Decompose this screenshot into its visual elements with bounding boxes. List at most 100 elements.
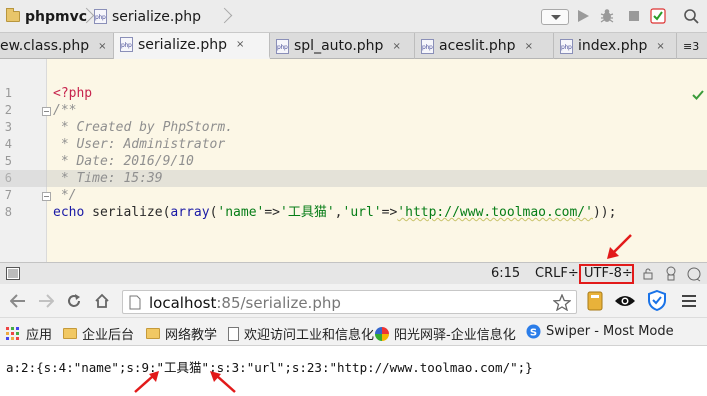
line-number: 5 bbox=[4, 154, 12, 168]
event-log-icon[interactable] bbox=[686, 266, 702, 282]
bookmark-star-icon[interactable] bbox=[553, 294, 571, 311]
code-line-5: * Date: 2016/9/10 bbox=[53, 154, 194, 169]
inspector-hector-icon[interactable] bbox=[664, 266, 678, 282]
serialized-output-text: a:2:{s:4:"name";s:9:"工具猫";s:3:"url";s:23… bbox=[6, 360, 533, 375]
code-line-1: <?php bbox=[53, 86, 93, 101]
run-configuration-dropdown[interactable] bbox=[541, 9, 569, 25]
breadcrumb-project[interactable]: phpmvc bbox=[6, 7, 87, 26]
php-file-icon bbox=[421, 38, 434, 54]
php-file-icon bbox=[276, 38, 289, 54]
function-name: serialize bbox=[84, 205, 163, 220]
line-number: 7 bbox=[4, 188, 12, 202]
line-number: 1 bbox=[4, 86, 12, 100]
ide-status-bar: 6:15 CRLF÷ UTF-8÷ bbox=[0, 262, 707, 284]
search-icon[interactable] bbox=[683, 8, 699, 24]
code-line-7: */ bbox=[53, 188, 77, 203]
caret-position[interactable]: 6:15 bbox=[491, 266, 520, 281]
code-line-8: echo serialize(array('name'=>'工具猫','url'… bbox=[53, 204, 616, 221]
folder-icon bbox=[146, 328, 160, 339]
lock-icon[interactable] bbox=[642, 268, 654, 280]
php-file-icon bbox=[560, 38, 573, 54]
swiper-s-icon: S bbox=[526, 324, 541, 339]
operator: => bbox=[264, 205, 281, 220]
pinwheel-icon bbox=[375, 326, 389, 341]
annotation-arrow-value bbox=[210, 371, 236, 393]
tab-index[interactable]: index.php × bbox=[554, 33, 677, 59]
code-line-2: /** bbox=[53, 103, 77, 118]
run-icon[interactable] bbox=[575, 8, 591, 24]
code-line-6: * Time: 15:39 bbox=[53, 171, 163, 186]
apps-grid-icon bbox=[6, 326, 19, 340]
url-host: localhost bbox=[149, 294, 217, 312]
bookmark-miit[interactable]: 欢迎访问工业和信息化 bbox=[228, 324, 374, 343]
tab-aceslit[interactable]: aceslit.php × bbox=[415, 33, 554, 59]
close-icon[interactable]: × bbox=[525, 41, 533, 52]
menu-hamburger-icon[interactable] bbox=[681, 293, 697, 309]
ide-navigation-bar: phpmvc serialize.php bbox=[0, 0, 707, 33]
bookmark-apps[interactable]: 应用 bbox=[6, 324, 52, 343]
close-icon[interactable]: × bbox=[98, 41, 106, 52]
svg-text:S: S bbox=[530, 327, 537, 338]
breadcrumb-file[interactable]: serialize.php bbox=[94, 7, 201, 26]
code-line-3: * Created by PhpStorm. bbox=[53, 120, 234, 135]
bookmark-folder-teaching[interactable]: 网络教学 bbox=[146, 324, 217, 343]
breadcrumb-separator bbox=[84, 4, 94, 29]
folder-icon bbox=[63, 328, 77, 339]
line-separator-selector[interactable]: CRLF÷ bbox=[535, 266, 579, 281]
stop-icon[interactable] bbox=[626, 8, 642, 24]
string-literal: 'url' bbox=[342, 205, 382, 220]
keyword-array: array bbox=[170, 205, 210, 220]
close-icon[interactable]: × bbox=[656, 41, 664, 52]
code-line-4: * User: Administrator bbox=[53, 137, 226, 152]
url-path: :85/serialize.php bbox=[216, 294, 341, 312]
forward-arrow-icon[interactable] bbox=[38, 294, 54, 308]
eye-extension-icon[interactable] bbox=[614, 293, 636, 309]
php-file-icon bbox=[120, 37, 133, 52]
bookmark-yangguang[interactable]: 阳光网驿-企业信息化 bbox=[375, 324, 516, 343]
close-icon[interactable]: × bbox=[236, 39, 244, 50]
line-number-gutter: 1 2 3 4 5 6 7 8 bbox=[0, 59, 47, 262]
line-number: 3 bbox=[4, 120, 12, 134]
browser-window: localhost:85/serialize.php 应用 企业后台 网络教学 … bbox=[0, 284, 707, 396]
tab-serialize[interactable]: serialize.php × bbox=[114, 33, 270, 59]
operator: => bbox=[381, 205, 398, 220]
string-literal: '工具猫' bbox=[280, 205, 335, 220]
bookmark-folder-admin[interactable]: 企业后台 bbox=[63, 324, 134, 343]
php-file-icon bbox=[94, 9, 107, 24]
fold-toggle-icon[interactable] bbox=[42, 192, 51, 201]
page-info-icon[interactable] bbox=[129, 295, 141, 310]
line-number: 2 bbox=[4, 103, 12, 117]
string-literal: 'name' bbox=[217, 205, 265, 220]
tab-ew-class[interactable]: ew.class.php × bbox=[0, 33, 114, 59]
fold-toggle-icon[interactable] bbox=[42, 107, 51, 116]
home-icon[interactable] bbox=[94, 293, 110, 309]
inspection-ok-checkmark-icon[interactable] bbox=[692, 89, 704, 101]
folder-icon bbox=[6, 8, 20, 22]
keyword-echo: echo bbox=[53, 205, 85, 220]
breadcrumb-separator bbox=[222, 4, 232, 29]
address-bar[interactable]: localhost:85/serialize.php bbox=[122, 290, 577, 314]
comma: , bbox=[334, 205, 343, 220]
page-icon bbox=[228, 326, 239, 341]
bookmark-swiper[interactable]: S Swiper - Most Mode bbox=[526, 324, 674, 339]
closing-parens: )); bbox=[592, 205, 617, 220]
back-arrow-icon[interactable] bbox=[10, 294, 26, 308]
string-literal-url: 'http://www.toolmao.com/' bbox=[397, 205, 593, 220]
shield-extension-icon[interactable] bbox=[648, 290, 666, 311]
browser-toolbar: localhost:85/serialize.php bbox=[0, 284, 707, 318]
tab-spl-auto[interactable]: spl_auto.php × bbox=[270, 33, 415, 59]
close-icon[interactable]: × bbox=[392, 41, 400, 52]
notebook-extension-icon[interactable] bbox=[586, 291, 604, 311]
line-number: 8 bbox=[4, 205, 12, 219]
tool-windows-icon[interactable] bbox=[6, 267, 20, 280]
phpunit-icon[interactable] bbox=[650, 8, 666, 24]
code-editor[interactable]: 1 2 3 4 5 6 7 8 <?php /** * Created by P… bbox=[0, 59, 707, 262]
debug-bug-icon[interactable] bbox=[599, 8, 615, 24]
tab-overflow-menu[interactable]: ≡3 bbox=[677, 33, 707, 59]
editor-tabs: ew.class.php × serialize.php × spl_auto.… bbox=[0, 33, 707, 59]
annotation-arrow-length bbox=[134, 371, 159, 393]
line-number: 4 bbox=[4, 137, 12, 151]
annotation-arrow-encoding bbox=[607, 234, 632, 259]
page-content: a:2:{s:4:"name";s:9:"工具猫";s:3:"url";s:23… bbox=[0, 346, 707, 396]
reload-icon[interactable] bbox=[66, 293, 82, 309]
